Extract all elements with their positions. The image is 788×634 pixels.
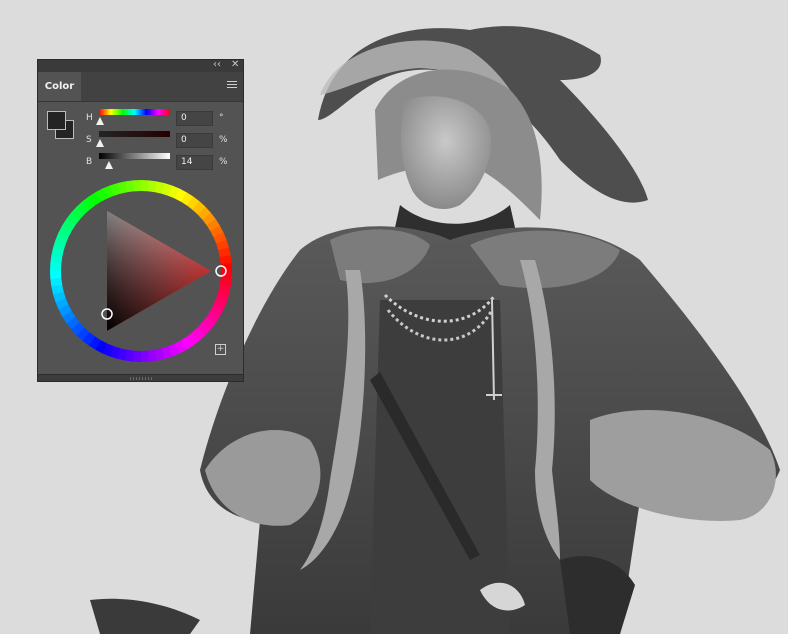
double-chevron-left-icon[interactable]: ‹‹	[213, 59, 221, 71]
color-panel: ‹‹ ✕ Color H 0 ° S 0 % B 14 % +	[37, 59, 244, 382]
resize-grip[interactable]	[130, 377, 152, 380]
hue-ring-segment[interactable]	[140, 180, 149, 192]
brightness-slider[interactable]	[99, 153, 170, 159]
hue-input[interactable]: 0	[176, 111, 213, 126]
saturation-label: S	[86, 135, 92, 145]
panel-tab-row: Color	[38, 72, 243, 102]
hue-slider[interactable]	[99, 109, 170, 115]
saturation-input[interactable]: 0	[176, 133, 213, 148]
sv-triangle[interactable]	[107, 211, 211, 331]
panel-titlebar: ‹‹ ✕	[38, 59, 243, 72]
hue-ring-segment[interactable]	[141, 350, 150, 362]
tab-color[interactable]: Color	[38, 72, 81, 101]
hue-ring-segment[interactable]	[50, 263, 62, 272]
hue-ring-segment[interactable]	[50, 271, 62, 280]
hue-unit: °	[219, 113, 224, 123]
saturation-slider-thumb[interactable]	[96, 139, 104, 147]
add-swatch-icon[interactable]: +	[215, 344, 226, 355]
brightness-label: B	[86, 157, 93, 167]
hue-ring-segment[interactable]	[133, 350, 142, 362]
brightness-slider-thumb[interactable]	[105, 161, 113, 169]
close-icon[interactable]: ✕	[231, 59, 239, 71]
hue-label: H	[86, 113, 93, 123]
hue-slider-thumb[interactable]	[96, 117, 104, 125]
foreground-color-swatch[interactable]	[47, 111, 66, 130]
brightness-input[interactable]: 14	[176, 155, 213, 170]
panel-bottom-bar	[38, 374, 243, 381]
panel-menu-icon[interactable]	[227, 81, 237, 91]
hue-ring-segment[interactable]	[132, 180, 141, 192]
color-wheel[interactable]	[50, 180, 232, 362]
brightness-unit: %	[219, 157, 228, 167]
saturation-slider[interactable]	[99, 131, 170, 137]
saturation-unit: %	[219, 135, 228, 145]
